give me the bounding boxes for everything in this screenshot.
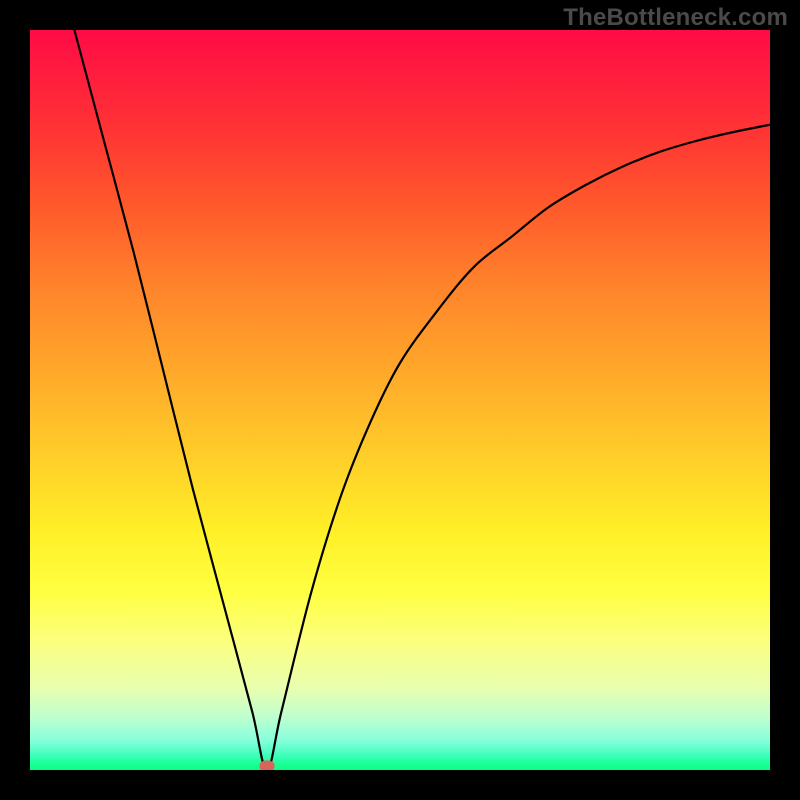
curve-path bbox=[74, 30, 770, 770]
watermark-text: TheBottleneck.com bbox=[563, 4, 788, 32]
optimal-point-marker bbox=[259, 761, 274, 771]
plot-area bbox=[30, 30, 770, 770]
bottleneck-curve bbox=[30, 30, 770, 770]
chart-frame: TheBottleneck.com bbox=[0, 0, 800, 800]
